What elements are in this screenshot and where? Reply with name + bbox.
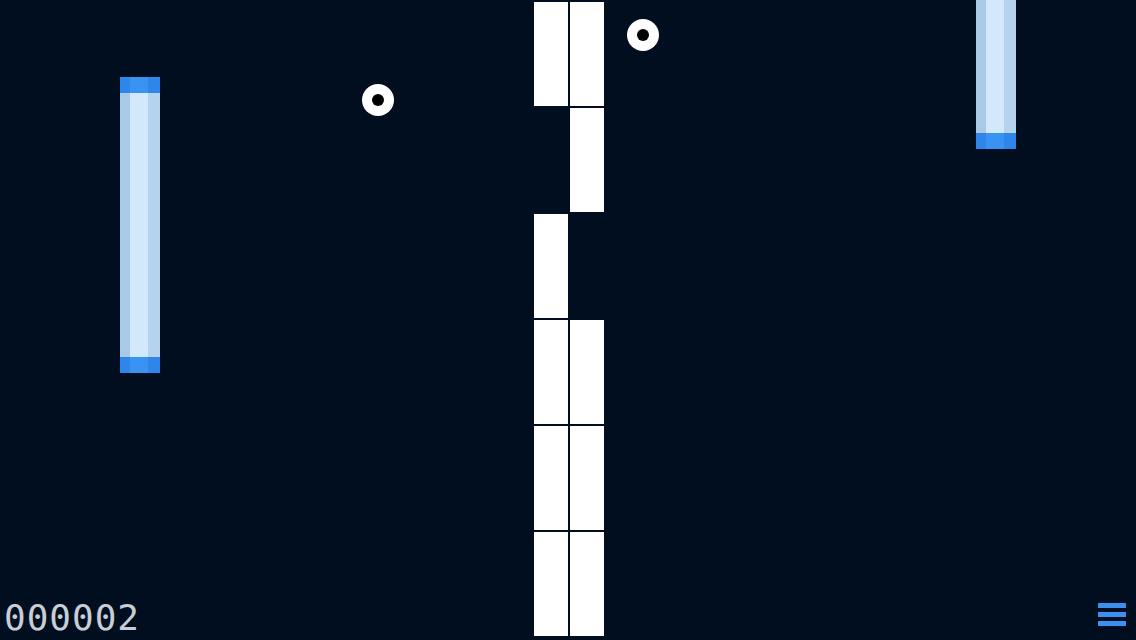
- brick: [534, 214, 568, 318]
- ball-core: [372, 94, 384, 106]
- brick: [570, 532, 604, 636]
- paddle-body: [120, 93, 160, 357]
- paddle-cap: [976, 133, 1016, 149]
- game-field[interactable]: 000002: [0, 0, 1136, 640]
- paddle[interactable]: [120, 77, 160, 373]
- ball: [627, 19, 659, 51]
- ball-core: [637, 29, 649, 41]
- ball: [362, 84, 394, 116]
- brick: [570, 2, 604, 106]
- brick-wall: [534, 2, 604, 636]
- paddle[interactable]: [976, 0, 1016, 149]
- brick: [534, 426, 568, 530]
- brick: [570, 320, 604, 424]
- menu-button[interactable]: [1098, 603, 1126, 627]
- brick: [534, 320, 568, 424]
- brick: [570, 426, 604, 530]
- score: 000002: [4, 598, 140, 638]
- brick: [534, 532, 568, 636]
- paddle-cap: [120, 357, 160, 373]
- brick: [570, 108, 604, 212]
- brick: [534, 108, 568, 212]
- paddle-body: [976, 0, 1016, 133]
- brick: [534, 2, 568, 106]
- paddle-cap: [120, 77, 160, 93]
- menu-icon[interactable]: [1098, 603, 1126, 627]
- brick: [570, 214, 604, 318]
